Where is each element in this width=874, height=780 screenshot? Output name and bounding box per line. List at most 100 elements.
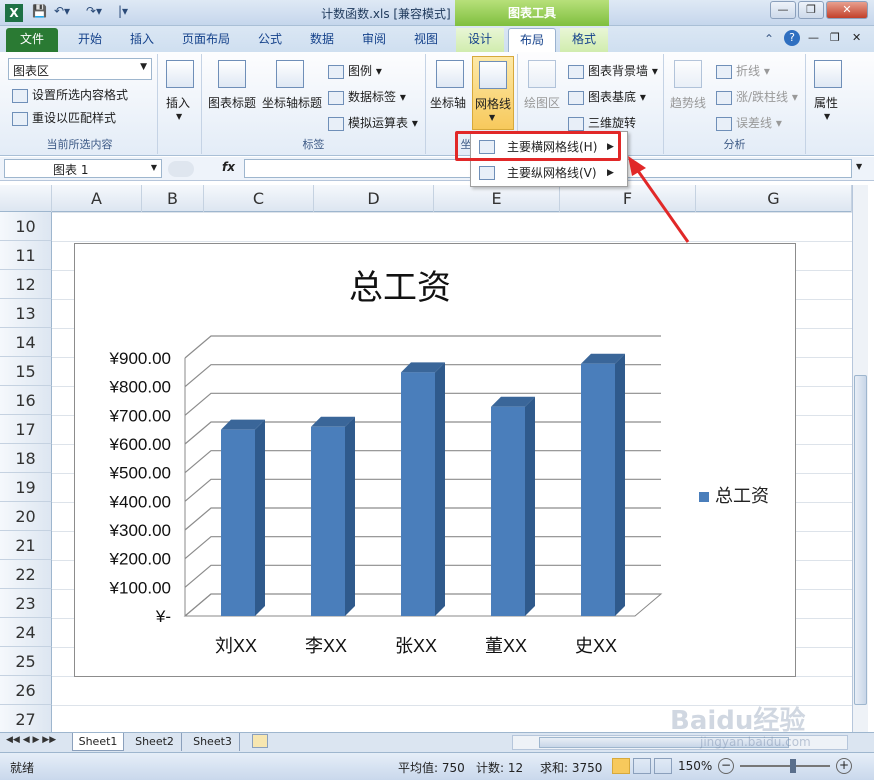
row-header-27[interactable]: 27 [0,705,52,732]
row-header-14[interactable]: 14 [0,328,52,357]
zoom-thumb[interactable] [790,759,796,773]
axis-title-button[interactable]: 坐标轴标题 [262,94,322,111]
chevron-down-icon[interactable]: ▼ [856,162,862,171]
tab-formulas[interactable]: 公式 [248,28,292,52]
row-header-17[interactable]: 17 [0,415,52,444]
row-header-21[interactable]: 21 [0,531,52,560]
row-header-12[interactable]: 12 [0,270,52,299]
watermark-logo: Baidu经验 [670,706,806,736]
data-table-button[interactable]: 模拟运算表 ▾ [328,114,418,131]
status-ready: 就绪 [10,761,35,775]
sheet-tab-3[interactable]: Sheet3 [186,733,240,751]
row-header-26[interactable]: 26 [0,676,52,705]
ribbon-minimize-icon[interactable]: ⌃ [764,32,774,46]
axes-button[interactable]: 坐标轴 [430,94,466,111]
tab-review[interactable]: 审阅 [352,28,396,52]
column-header-e[interactable]: E [434,185,560,212]
chart-title-button[interactable]: 图表标题 [208,94,256,111]
trendline-button[interactable]: 趋势线 [670,94,706,111]
name-box[interactable]: 图表 1 ▼ [4,159,162,178]
new-sheet-icon[interactable] [252,734,268,748]
page-layout-view-icon[interactable] [633,758,651,774]
formula-bar-splitter[interactable] [168,161,194,177]
bar-side [345,416,355,616]
tab-design[interactable]: 设计 [456,28,504,52]
sheet-nav-icons[interactable]: ◀◀ ◀ ▶ ▶▶ [6,735,56,745]
row-header-25[interactable]: 25 [0,647,52,676]
minimize-button[interactable]: — [770,1,796,19]
help-icon[interactable]: ? [784,30,800,46]
doc-restore-icon[interactable]: ❐ [830,31,840,44]
page-break-view-icon[interactable] [654,758,672,774]
column-header-g[interactable]: G [696,185,852,212]
tab-data[interactable]: 数据 [300,28,344,52]
column-header-c[interactable]: C [204,185,314,212]
tab-layout[interactable]: 布局 [508,28,556,52]
x-tick-label: 董XX [485,636,527,656]
select-all-corner[interactable] [0,185,52,212]
row-header-16[interactable]: 16 [0,386,52,415]
tab-page-layout[interactable]: 页面布局 [172,28,240,52]
insert-icon[interactable] [166,60,194,88]
row-header-23[interactable]: 23 [0,589,52,618]
doc-minimize-icon[interactable]: — [808,31,819,44]
sheet-tab-2[interactable]: Sheet2 [128,733,182,751]
zoom-in-icon[interactable]: + [836,758,852,774]
row-header-15[interactable]: 15 [0,357,52,386]
column-header-d[interactable]: D [314,185,434,212]
zoom-level[interactable]: 150% [678,759,712,773]
vertical-scrollbar[interactable] [852,185,868,732]
legend-button[interactable]: 图例 ▾ [328,62,382,79]
status-sum: 求和: 3750 [540,761,603,775]
row-header-22[interactable]: 22 [0,560,52,589]
chart-floor-icon [568,90,584,105]
zoom-slider[interactable] [740,765,830,767]
close-button[interactable]: ✕ [826,1,868,19]
x-tick-label: 刘XX [215,636,257,656]
tab-view[interactable]: 视图 [404,28,448,52]
plot-area-button[interactable]: 绘图区 [524,94,560,111]
column-header-b[interactable]: B [142,185,204,212]
updown-bars-button[interactable]: 涨/跌柱线 ▾ [716,88,798,105]
tab-home[interactable]: 开始 [64,28,116,52]
tab-format[interactable]: 格式 [560,28,608,52]
lines-button[interactable]: 折线 ▾ [716,62,770,79]
rotation-button[interactable]: 三维旋转 [568,114,636,131]
reset-style-button[interactable]: 重设以匹配样式 [12,109,116,126]
error-bars-button[interactable]: 误差线 ▾ [716,114,782,131]
format-selection-button[interactable]: 设置所选内容格式 [12,86,128,103]
insert-button[interactable]: 插入 [166,94,190,111]
zoom-out-icon[interactable]: − [718,758,734,774]
lines-icon [716,64,732,79]
chart-wall-button[interactable]: 图表背景墙 ▾ [568,62,658,79]
row-header-19[interactable]: 19 [0,473,52,502]
column-header-a[interactable]: A [52,185,142,212]
properties-button[interactable]: 属性 [814,94,838,111]
row-header-24[interactable]: 24 [0,618,52,647]
trendline-icon [674,60,702,88]
chart-element-select[interactable]: 图表区 ▼ [8,58,152,80]
row-header-20[interactable]: 20 [0,502,52,531]
sheet-tab-1[interactable]: Sheet1 [72,733,124,751]
row-header-18[interactable]: 18 [0,444,52,473]
chart-area[interactable]: ¥- ¥100.00 ¥200.00 ¥300.00 ¥400.00 ¥500.00 ¥60… [74,243,796,677]
scroll-thumb[interactable] [854,375,867,705]
restore-button[interactable]: ❐ [798,1,824,19]
gridlines-button[interactable]: 网格线 ▼ [472,56,514,130]
row-header-10[interactable]: 10 [0,212,52,241]
chart-legend[interactable]: 总工资 [699,482,769,508]
title-bar: X 💾 ↶▾ ↷▾ |▾ 计数函数.xls [兼容模式] - Microsoft… [0,0,874,26]
group-labels: 图表标题 坐标轴标题 图例 ▾ 数据标签 ▾ 模拟运算表 ▾ 标签 [202,54,426,154]
insert-function-icon[interactable]: fx [222,160,235,174]
tab-insert[interactable]: 插入 [118,28,166,52]
doc-close-icon[interactable]: ✕ [852,31,861,44]
status-count: 计数: 12 [476,761,524,775]
chart-title[interactable]: 总工资 [75,260,725,309]
row-header-11[interactable]: 11 [0,241,52,270]
normal-view-icon[interactable] [612,758,630,774]
tab-file[interactable]: 文件 [6,28,58,52]
row-header-13[interactable]: 13 [0,299,52,328]
x-tick-label: 史XX [575,636,617,656]
data-labels-button[interactable]: 数据标签 ▾ [328,88,406,105]
chart-floor-button[interactable]: 图表基底 ▾ [568,88,646,105]
